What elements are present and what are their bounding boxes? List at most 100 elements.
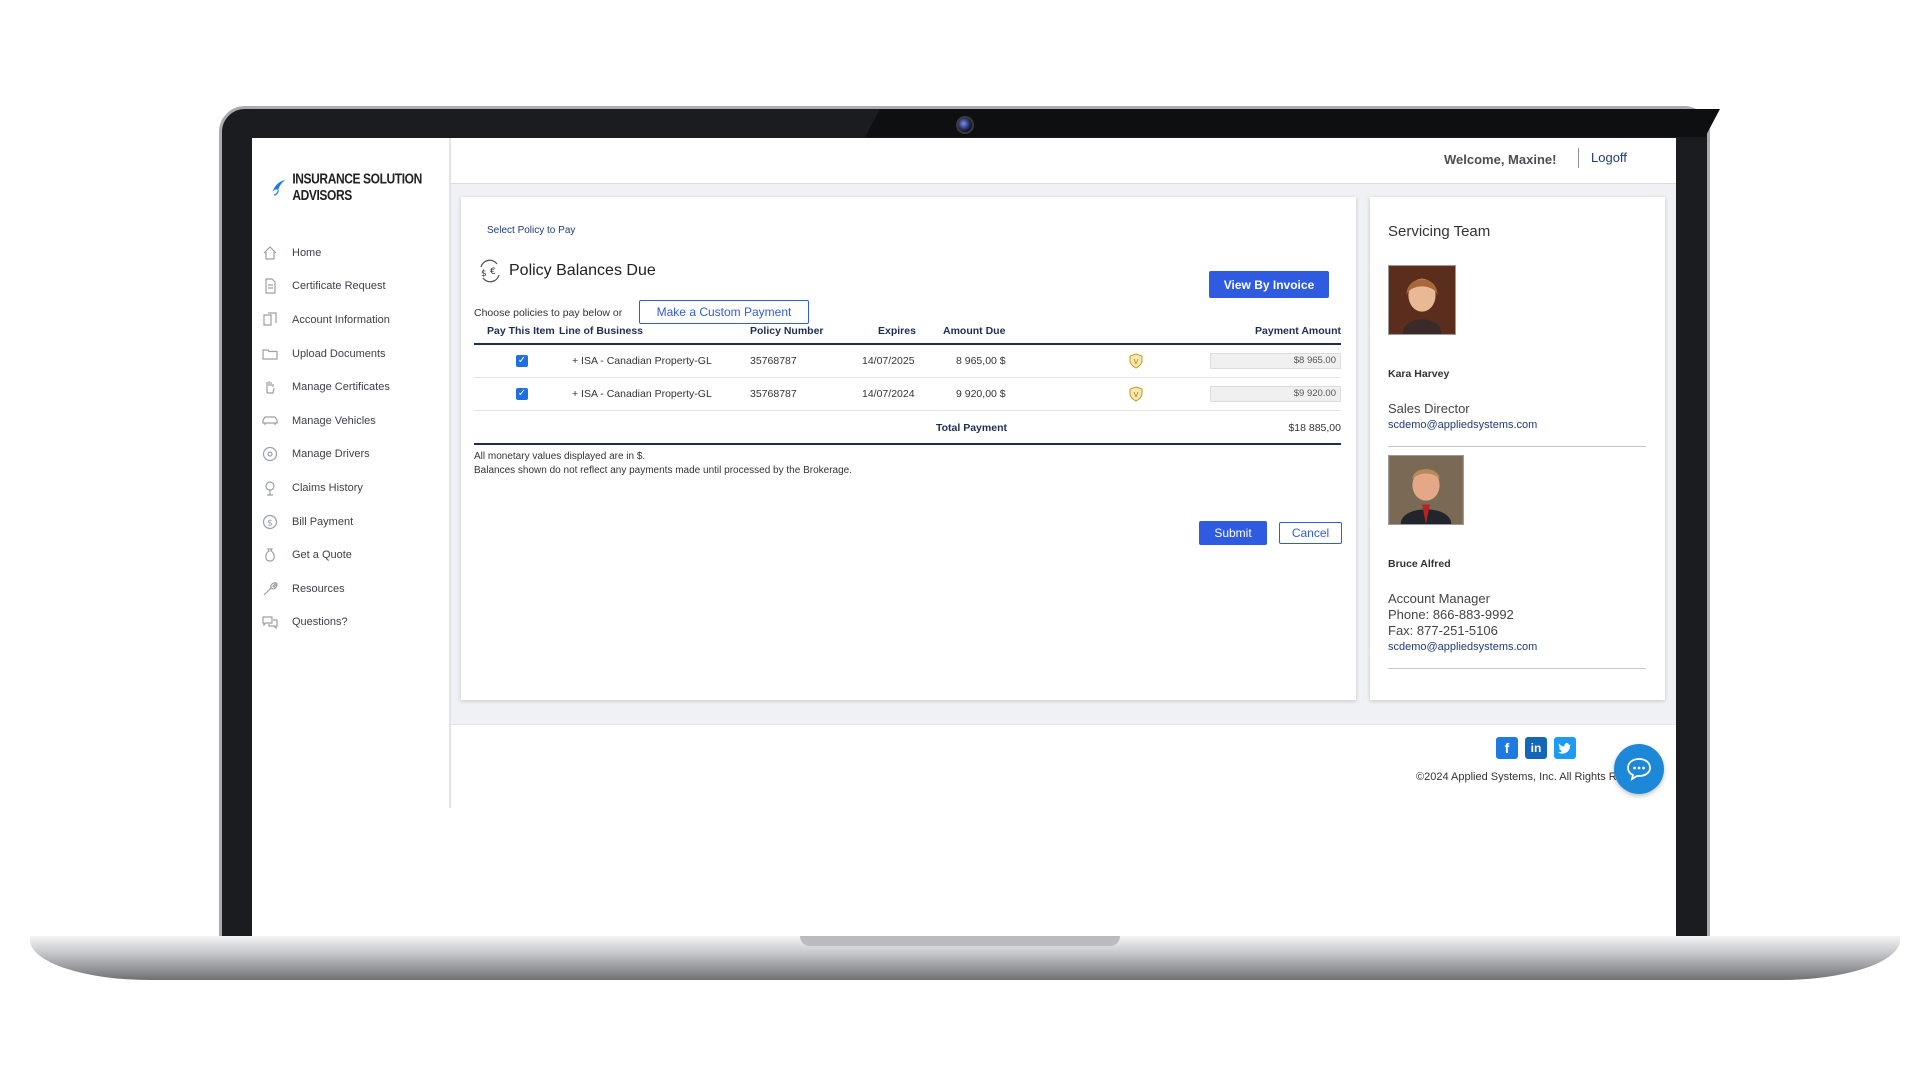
cancel-button[interactable]: Cancel [1279, 522, 1342, 544]
sidebar-item-questions[interactable]: Questions? [260, 606, 445, 640]
webcam [956, 116, 974, 134]
sidebar-item-certificate-request[interactable]: Certificate Request [260, 270, 445, 304]
svg-text:V: V [1134, 391, 1139, 399]
sidebar-item-label: Upload Documents [292, 347, 386, 360]
balance-note: Balances shown do not reflect any paymen… [474, 465, 852, 476]
pin-icon [260, 478, 280, 498]
column-header-payment-amount: Payment Amount [1255, 325, 1341, 337]
logoff-link[interactable]: Logoff [1591, 150, 1627, 165]
document-icon [260, 276, 280, 296]
facebook-icon[interactable]: f [1496, 737, 1518, 759]
divider [1578, 148, 1579, 168]
page-title: Policy Balances Due [509, 262, 656, 279]
team-title: Servicing Team [1388, 223, 1491, 240]
home-icon [260, 243, 280, 263]
sidebar-item-upload-documents[interactable]: Upload Documents [260, 337, 445, 371]
shield-icon: V [1129, 386, 1143, 402]
column-header-line-of-business: Line of Business [559, 325, 644, 337]
welcome-text: Welcome, Maxine! [1444, 152, 1557, 167]
social-links: f in [1496, 737, 1576, 759]
member-fax: Fax: 877-251-5106 [1388, 623, 1498, 638]
folder-icon [260, 344, 280, 364]
sidebar-item-label: Home [292, 246, 322, 259]
svg-text:$: $ [481, 269, 487, 279]
sidebar-item-manage-vehicles[interactable]: Manage Vehicles [260, 404, 445, 438]
total-value: $18 885,00 [1288, 422, 1341, 434]
screen: INSURANCE SOLUTION ADVISORS Home Certifi… [252, 138, 1676, 936]
amount-due: 8 965,00 $ [956, 355, 1006, 367]
column-header-amount-due: Amount Due [943, 325, 1006, 337]
team-member: Kara Harvey Sales Director scdemo@applie… [1388, 265, 1646, 447]
custom-payment-button[interactable]: Make a Custom Payment [639, 300, 809, 324]
sidebar-nav: Home Certificate Request Account Informa… [260, 236, 445, 639]
pay-item-checkbox[interactable]: ✓ [516, 355, 528, 367]
sidebar-item-label: Manage Certificates [292, 381, 390, 394]
top-bar: Welcome, Maxine! Logoff [451, 138, 1676, 184]
brand-logo[interactable]: INSURANCE SOLUTION ADVISORS [270, 170, 449, 204]
sidebar-item-label: Resources [292, 582, 345, 595]
view-by-invoice-button[interactable]: View By Invoice [1209, 271, 1329, 298]
laptop-base-lip [800, 936, 1120, 946]
sidebar-item-label: Manage Drivers [292, 448, 370, 461]
footer: f in ©2024 Applied Systems, Inc. All Rig… [451, 724, 1676, 808]
avatar [1388, 265, 1456, 335]
sidebar-item-label: Claims History [292, 481, 363, 494]
sidebar-item-bill-payment[interactable]: $ Bill Payment [260, 505, 445, 539]
sidebar-item-label: Get a Quote [292, 549, 352, 562]
payment-amount-input[interactable]: $8 965.00 [1210, 353, 1341, 369]
avatar [1388, 455, 1464, 525]
team-member: Bruce Alfred Account Manager Phone: 866-… [1388, 455, 1646, 669]
policy-number: 35768787 [750, 355, 797, 367]
expires-date: 14/07/2024 [862, 388, 915, 400]
member-divider [1388, 446, 1646, 447]
sidebar-item-account-information[interactable]: Account Information [260, 303, 445, 337]
member-name: Kara Harvey [1388, 368, 1450, 380]
car-icon [260, 411, 280, 431]
sidebar-item-manage-drivers[interactable]: Manage Drivers [260, 438, 445, 472]
amount-due: 9 920,00 $ [956, 388, 1006, 400]
breadcrumb: Select Policy to Pay [487, 225, 576, 236]
dollar-icon: $ [260, 512, 280, 532]
choose-policies-text: Choose policies to pay below or [474, 307, 623, 319]
member-role: Account Manager [1388, 591, 1490, 606]
sidebar-item-get-a-quote[interactable]: Get a Quote [260, 538, 445, 572]
sidebar-item-label: Bill Payment [292, 515, 354, 528]
line-of-business[interactable]: + ISA - Canadian Property-GL [572, 355, 712, 367]
line-of-business[interactable]: + ISA - Canadian Property-GL [572, 388, 712, 400]
table-row: ✓ + ISA - Canadian Property-GL 35768787 … [474, 378, 1341, 411]
table-row: ✓ + ISA - Canadian Property-GL 35768787 … [474, 345, 1341, 378]
member-email[interactable]: scdemo@appliedsystems.com [1388, 639, 1646, 655]
member-divider [1388, 668, 1646, 669]
bird-logo-icon [272, 179, 286, 196]
column-header-pay: Pay This Item [487, 325, 555, 337]
sidebar-item-label: Questions? [292, 616, 348, 629]
column-header-policy-number: Policy Number [750, 325, 824, 337]
brand-name: INSURANCE SOLUTION ADVISORS [292, 170, 422, 204]
member-email[interactable]: scdemo@appliedsystems.com [1388, 417, 1646, 433]
hand-icon [260, 377, 280, 397]
pay-item-checkbox[interactable]: ✓ [516, 388, 528, 400]
submit-button[interactable]: Submit [1199, 521, 1267, 545]
payment-card: Select Policy to Pay $ € Policy Balances… [461, 197, 1356, 700]
member-name: Bruce Alfred [1388, 558, 1451, 570]
member-role: Sales Director [1388, 401, 1470, 416]
sidebar-item-resources[interactable]: Resources [260, 572, 445, 606]
servicing-team-card: Servicing Team Kara Harvey Sales Directo… [1370, 197, 1665, 700]
sidebar-item-claims-history[interactable]: Claims History [260, 471, 445, 505]
shield-icon: V [1129, 353, 1143, 369]
policy-number: 35768787 [750, 388, 797, 400]
svg-text:$: $ [267, 518, 273, 528]
linkedin-icon[interactable]: in [1525, 737, 1547, 759]
screen-blank-area [252, 808, 1676, 936]
steering-wheel-icon [260, 444, 280, 464]
sidebar-item-label: Certificate Request [292, 280, 386, 293]
chat-widget-button[interactable] [1614, 744, 1664, 794]
currency-exchange-icon: $ € [480, 259, 500, 283]
sidebar-item-manage-certificates[interactable]: Manage Certificates [260, 370, 445, 404]
laptop-notch [865, 109, 1720, 137]
payment-amount-input[interactable]: $9 920.00 [1210, 386, 1341, 402]
total-label: Total Payment [936, 422, 1007, 434]
twitter-icon[interactable] [1554, 737, 1576, 759]
sidebar-item-home[interactable]: Home [260, 236, 445, 270]
money-bag-icon [260, 545, 280, 565]
